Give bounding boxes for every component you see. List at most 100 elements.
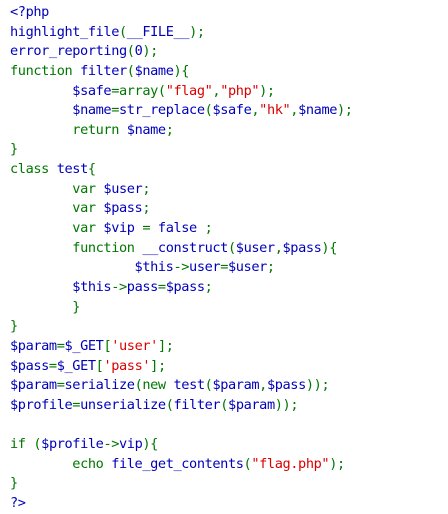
code-identifier: $param [10,377,57,394]
code-string-literal: "hk" [259,102,291,119]
code-identifier: vip [119,436,143,453]
code-string-literal: "flag" [165,82,213,99]
code-identifier: file_get_contents [111,455,244,472]
code-identifier: $_GET [56,357,96,374]
code-keyword: ( [165,396,174,413]
code-line: $param=serialize(new test($param,$pass))… [10,376,442,396]
code-identifier: $pass [103,200,143,217]
code-keyword: } [10,141,18,158]
code-keyword: ); [329,455,345,472]
code-identifier: highlight_file [10,23,119,40]
code-identifier: test [173,377,206,394]
code-line: $name=str_replace($safe,"hk",$name); [10,101,442,121]
code-line: var $user; [10,180,442,200]
code-keyword: ( [126,43,135,60]
code-keyword: ); [142,43,158,60]
code-keyword: function [10,62,81,79]
code-identifier: $name [126,121,166,138]
code-identifier: unserialize [80,396,166,413]
code-string-literal: 'pass' [103,357,151,374]
code-keyword: ( [126,62,135,79]
code-identifier: $profile [10,396,73,413]
code-keyword: ){ [321,239,337,256]
code-line: } [10,317,442,337]
code-line: $this->pass=$pass; [10,278,442,298]
code-keyword: (new [134,377,174,394]
code-keyword: = [56,377,65,394]
code-identifier: $_GET [64,337,104,354]
code-keyword: = [157,278,166,295]
code-keyword: ; [204,220,213,237]
code-keyword: , [290,102,299,119]
code-line: $this->user=$user; [10,258,442,278]
code-line: } [10,474,442,494]
code-line: echo file_get_contents("flag.php"); [10,455,442,475]
code-keyword: )); [274,396,299,413]
code-keyword: } [10,318,18,335]
code-identifier: filter [80,62,127,79]
code-keyword: = [142,220,158,237]
code-identifier: $this [134,259,174,276]
code-identifier: str_replace [119,102,205,119]
code-line: } [10,298,442,318]
code-identifier: $user [103,180,143,197]
code-keyword: ( [33,436,42,453]
code-keyword: ; [204,278,213,295]
code-keyword: ; [165,121,174,138]
code-line: } [10,140,442,160]
code-keyword: , [251,102,260,119]
code-identifier: $name [298,102,338,119]
code-keyword: ); [259,82,275,99]
code-keyword: ; [142,180,151,197]
code-line: function __construct($user,$pass){ [10,239,442,259]
code-keyword: , [259,377,267,394]
code-keyword: ( [227,239,236,256]
code-identifier: __construct [142,239,228,256]
code-identifier: __FILE__ [126,23,190,40]
code-identifier: $pass [165,278,205,295]
code-string-literal: "flag.php" [251,455,330,472]
code-line: $profile=unserialize(filter($param)); [10,396,442,416]
code-keyword: } [72,298,81,315]
code-keyword: var [72,220,104,237]
code-keyword: ){ [142,436,158,453]
code-keyword: = [56,337,65,354]
code-line: if ($profile->vip){ [10,435,442,455]
code-line: function filter($name){ [10,62,442,82]
code-identifier: $name [72,102,112,119]
code-line: $pass=$_GET['pass']; [10,357,442,377]
code-line: <?php [10,3,442,23]
code-keyword: -> [103,436,120,453]
code-identifier: $vip [103,220,143,237]
code-line: class test{ [10,160,442,180]
php-source-code-view: <?php highlight_file(__FILE__); error_repo… [10,3,442,511]
code-identifier: $name [134,62,174,79]
code-identifier: $param [228,396,275,413]
code-identifier: $pass [10,357,49,374]
code-identifier: $param [212,377,260,394]
code-keyword: ]; [150,357,166,374]
code-keyword: , [274,239,283,256]
code-keyword: ; [266,259,275,276]
code-keyword: ); [337,102,353,119]
code-identifier: $user [235,239,275,256]
code-keyword: =array( [111,82,166,99]
code-identifier: serialize [64,377,135,394]
code-identifier: $pass [266,377,306,394]
code-line: ?> [10,494,442,514]
code-keyword: var [72,180,104,197]
code-line: var $vip = false ; [10,219,442,239]
code-keyword: ( [118,23,127,40]
code-keyword: echo [72,455,112,472]
code-identifier: pass [126,278,159,295]
